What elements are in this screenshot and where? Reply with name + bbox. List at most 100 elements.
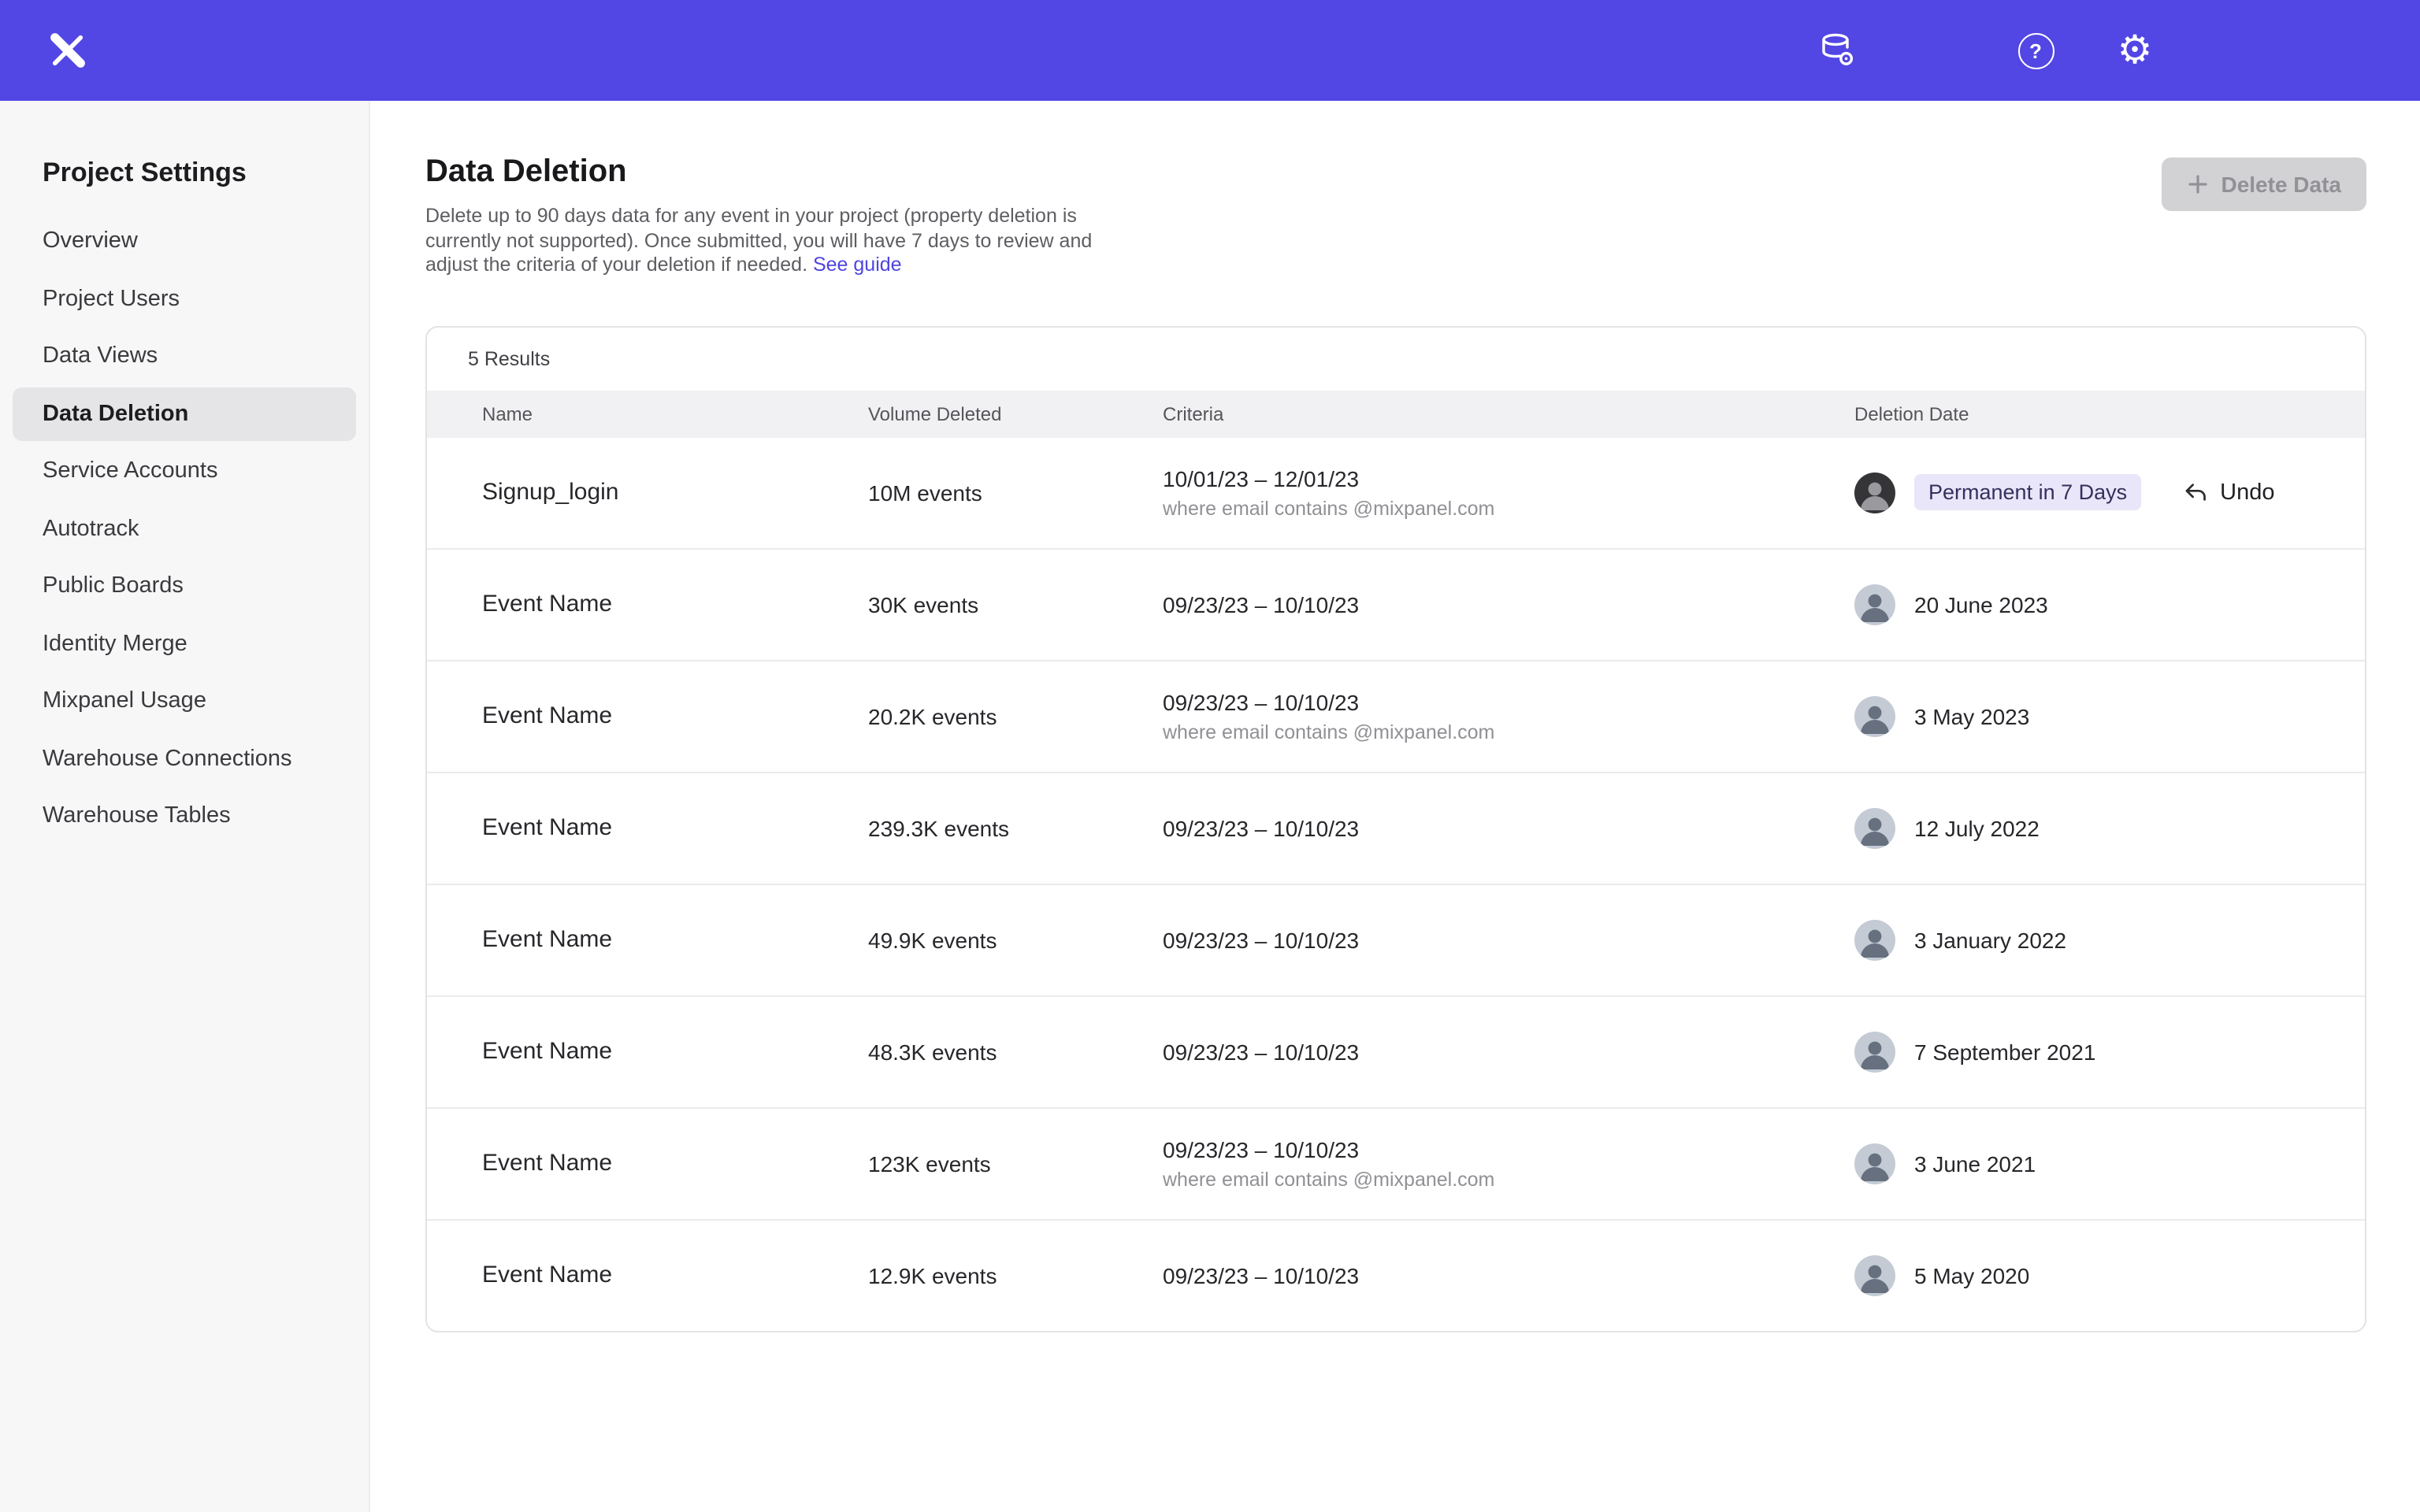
apps-grid-icon[interactable] bbox=[1916, 30, 1957, 71]
undo-label: Undo bbox=[2220, 480, 2274, 505]
sidebar-item-label: Service Accounts bbox=[43, 458, 217, 484]
table-header: Name Volume Deleted Criteria Deletion Da… bbox=[427, 390, 2365, 437]
table-row: Event Name 48.3K events 09/23/23 – 10/10… bbox=[427, 995, 2365, 1106]
delete-data-button[interactable]: Delete Data bbox=[2161, 158, 2366, 211]
sidebar-item-label: Project Users bbox=[43, 286, 180, 311]
sidebar-item-data-deletion[interactable]: Data Deletion bbox=[13, 387, 356, 440]
row-volume: 123K events bbox=[868, 1151, 1163, 1176]
row-volume: 48.3K events bbox=[868, 1039, 1163, 1064]
row-criteria: 09/23/23 – 10/10/23 bbox=[1163, 927, 1854, 952]
sidebar-item-label: Overview bbox=[43, 228, 138, 254]
table-row: Event Name 20.2K events 09/23/23 – 10/10… bbox=[427, 659, 2365, 771]
table-body: Signup_login 10M events 10/01/23 – 12/01… bbox=[427, 437, 2365, 1330]
page-title: Data Deletion bbox=[425, 154, 2366, 191]
sidebar-item-label: Mixpanel Usage bbox=[43, 688, 206, 713]
row-name: Event Name bbox=[482, 1150, 868, 1177]
deletion-date-text: 3 January 2022 bbox=[1914, 927, 2066, 952]
deletion-date-text: 5 May 2020 bbox=[1914, 1262, 2029, 1288]
row-criteria-cell: 09/23/23 – 10/10/23 bbox=[1163, 1262, 1854, 1288]
row-deletion-date-cell: 3 January 2022 bbox=[1854, 919, 2365, 960]
sidebar-item-warehouse-connections[interactable]: Warehouse Connections bbox=[13, 732, 356, 785]
row-name: Event Name bbox=[482, 1038, 868, 1065]
row-deletion-date-cell: 12 July 2022 bbox=[1854, 807, 2365, 848]
user-avatar bbox=[1854, 472, 1895, 513]
help-icon[interactable]: ? bbox=[2015, 30, 2056, 71]
sidebar-nav: Overview Project Users Data Views Data D… bbox=[0, 214, 369, 843]
see-guide-link[interactable]: See guide bbox=[813, 254, 902, 276]
undo-icon bbox=[2182, 479, 2209, 506]
column-header-volume: Volume Deleted bbox=[868, 402, 1163, 424]
app-window: ? ⚙︎ Project Settings Overview Project U… bbox=[0, 0, 2420, 1512]
row-criteria-cell: 09/23/23 – 10/10/23 bbox=[1163, 927, 1854, 952]
undo-button[interactable]: Undo bbox=[2182, 479, 2274, 506]
settings-icon[interactable]: ⚙︎ bbox=[2114, 30, 2155, 71]
row-criteria: 09/23/23 – 10/10/23 bbox=[1163, 1039, 1854, 1064]
deletion-date-text: 3 June 2021 bbox=[1914, 1151, 2036, 1176]
row-criteria-cell: 09/23/23 – 10/10/23 bbox=[1163, 1039, 1854, 1064]
sidebar-item-mixpanel-usage[interactable]: Mixpanel Usage bbox=[13, 674, 356, 728]
sidebar-item-label: Warehouse Tables bbox=[43, 803, 231, 828]
column-header-name: Name bbox=[482, 402, 868, 424]
delete-data-label: Delete Data bbox=[2221, 172, 2341, 197]
sidebar-item-service-accounts[interactable]: Service Accounts bbox=[13, 444, 356, 498]
row-criteria-cell: 09/23/23 – 10/10/23 where email contains… bbox=[1163, 1136, 1854, 1190]
sidebar-item-identity-merge[interactable]: Identity Merge bbox=[13, 617, 356, 670]
sidebar-item-label: Autotrack bbox=[43, 516, 139, 541]
table-row: Signup_login 10M events 10/01/23 – 12/01… bbox=[427, 437, 2365, 547]
row-criteria-subtext: where email contains @mixpanel.com bbox=[1163, 721, 1854, 743]
sidebar-item-autotrack[interactable]: Autotrack bbox=[13, 502, 356, 555]
sidebar-item-public-boards[interactable]: Public Boards bbox=[13, 559, 356, 613]
row-criteria-cell: 10/01/23 – 12/01/23 where email contains… bbox=[1163, 465, 1854, 519]
sidebar-item-label: Data Views bbox=[43, 343, 158, 369]
row-name: Signup_login bbox=[482, 479, 868, 506]
row-deletion-date-cell: 7 September 2021 bbox=[1854, 1031, 2365, 1072]
user-avatar bbox=[1854, 1031, 1895, 1072]
user-avatar bbox=[1854, 584, 1895, 624]
sidebar-item-label: Warehouse Connections bbox=[43, 746, 292, 771]
row-volume: 10M events bbox=[868, 480, 1163, 505]
results-count: 5 Results bbox=[427, 327, 2365, 390]
user-avatar bbox=[1854, 1254, 1895, 1295]
row-deletion-date-cell: 5 May 2020 bbox=[1854, 1254, 2365, 1295]
permanence-badge: Permanent in 7 Days bbox=[1914, 474, 2141, 510]
row-criteria-cell: 09/23/23 – 10/10/23 bbox=[1163, 591, 1854, 617]
sidebar-item-data-views[interactable]: Data Views bbox=[13, 329, 356, 383]
row-name: Event Name bbox=[482, 1262, 868, 1288]
sidebar-item-project-users[interactable]: Project Users bbox=[13, 272, 356, 325]
row-volume: 20.2K events bbox=[868, 703, 1163, 728]
topbar: ? ⚙︎ bbox=[0, 0, 2420, 101]
row-criteria: 09/23/23 – 10/10/23 bbox=[1163, 1136, 1854, 1162]
row-criteria-subtext: where email contains @mixpanel.com bbox=[1163, 497, 1854, 519]
deletions-table-card: 5 Results Name Volume Deleted Criteria D… bbox=[425, 325, 2366, 1332]
data-management-icon[interactable] bbox=[1817, 30, 1858, 71]
row-criteria-cell: 09/23/23 – 10/10/23 where email contains… bbox=[1163, 689, 1854, 743]
deletion-date-text: 3 May 2023 bbox=[1914, 703, 2029, 728]
row-deletion-date-cell: 3 June 2021 bbox=[1854, 1143, 2365, 1184]
user-avatar bbox=[1854, 695, 1895, 736]
table-row: Event Name 12.9K events 09/23/23 – 10/10… bbox=[427, 1218, 2365, 1330]
plus-icon bbox=[2186, 173, 2208, 195]
topbar-actions: ? ⚙︎ bbox=[1817, 30, 2155, 71]
sidebar-item-label: Data Deletion bbox=[43, 401, 188, 426]
row-name: Event Name bbox=[482, 702, 868, 729]
row-deletion-date-cell: Permanent in 7 Days Undo bbox=[1854, 472, 2365, 513]
row-criteria-cell: 09/23/23 – 10/10/23 bbox=[1163, 815, 1854, 840]
page-description: Delete up to 90 days data for any event … bbox=[425, 205, 1138, 278]
row-criteria-subtext: where email contains @mixpanel.com bbox=[1163, 1168, 1854, 1190]
settings-sidebar: Project Settings Overview Project Users … bbox=[0, 101, 370, 1512]
table-row: Event Name 123K events 09/23/23 – 10/10/… bbox=[427, 1106, 2365, 1218]
row-volume: 239.3K events bbox=[868, 815, 1163, 840]
user-avatar bbox=[1854, 807, 1895, 848]
deletion-date-text: 7 September 2021 bbox=[1914, 1039, 2095, 1064]
row-volume: 12.9K events bbox=[868, 1262, 1163, 1288]
row-deletion-date-cell: 20 June 2023 bbox=[1854, 584, 2365, 624]
row-criteria: 10/01/23 – 12/01/23 bbox=[1163, 465, 1854, 491]
sidebar-title: Project Settings bbox=[0, 158, 369, 189]
column-header-deletion-date: Deletion Date bbox=[1854, 402, 2365, 424]
row-criteria: 09/23/23 – 10/10/23 bbox=[1163, 689, 1854, 714]
mixpanel-logo-icon[interactable] bbox=[47, 30, 88, 71]
sidebar-item-overview[interactable]: Overview bbox=[13, 214, 356, 268]
sidebar-item-warehouse-tables[interactable]: Warehouse Tables bbox=[13, 789, 356, 843]
table-row: Event Name 239.3K events 09/23/23 – 10/1… bbox=[427, 771, 2365, 883]
row-name: Event Name bbox=[482, 926, 868, 953]
